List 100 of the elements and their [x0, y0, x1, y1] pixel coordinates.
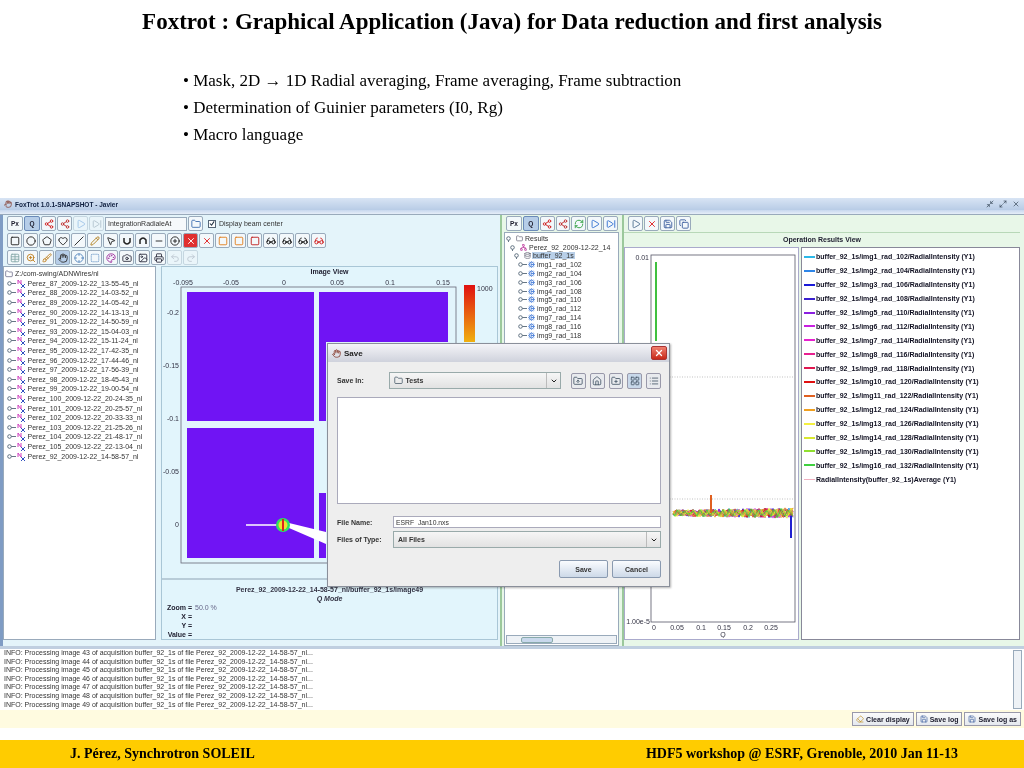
tree-toggle-icon[interactable]: [6, 327, 16, 335]
rectangle-icon: [9, 235, 20, 246]
tree-toggle-icon[interactable]: [6, 318, 16, 326]
close-button[interactable]: [183, 233, 198, 248]
tree-toggle-icon[interactable]: [6, 356, 16, 364]
up-folder-button[interactable]: [570, 372, 586, 389]
dataset-icon: [16, 422, 26, 432]
dataset-icon: [16, 278, 26, 288]
horizontal-scrollbar[interactable]: [506, 635, 617, 644]
tree-toggle-icon[interactable]: [6, 452, 16, 460]
tree-toggle-icon[interactable]: [518, 305, 527, 313]
glasses-icon: [297, 235, 308, 246]
dataset-icon: [16, 432, 26, 442]
tree-toggle-icon[interactable]: [518, 270, 527, 278]
dataset-icon: [16, 403, 26, 413]
play-button[interactable]: [628, 216, 643, 231]
checkbox[interactable]: [208, 219, 216, 228]
union-button[interactable]: [119, 233, 134, 248]
dataset-icon: [16, 326, 26, 336]
close-icon: [654, 348, 664, 358]
tree-toggle-icon[interactable]: [6, 308, 16, 316]
nodes-button[interactable]: [57, 216, 72, 231]
skip-icon: [605, 218, 616, 229]
hand-button[interactable]: [55, 250, 70, 265]
glasses-icon: [281, 235, 292, 246]
rectangle-button[interactable]: [7, 233, 22, 248]
square-dashed-icon: [89, 252, 100, 263]
tree-toggle-icon[interactable]: [6, 375, 16, 383]
square-icon: [249, 235, 260, 246]
tree-toggle-icon[interactable]: [6, 443, 16, 450]
list-view-button[interactable]: [646, 372, 661, 389]
tree-toggle-icon[interactable]: [6, 366, 16, 374]
tree-toggle-icon[interactable]: [6, 404, 16, 412]
maximize-icon[interactable]: [999, 200, 1007, 208]
tree-toggle-icon[interactable]: [518, 322, 527, 330]
dataset-icon: [16, 336, 26, 346]
nodes-button[interactable]: [555, 216, 571, 231]
tree-toggle-icon[interactable]: [518, 278, 527, 286]
camera-icon: [121, 252, 132, 263]
tree-toggle-icon[interactable]: [6, 289, 16, 297]
zoom-in-icon: [25, 252, 36, 263]
glasses-button[interactable]: [311, 233, 326, 248]
tree-toggle-icon[interactable]: [6, 423, 16, 431]
tree-toggle-icon[interactable]: [6, 433, 16, 441]
nodes-icon: [43, 218, 54, 229]
nodes-button[interactable]: [539, 216, 555, 231]
vertical-scrollbar[interactable]: [1013, 650, 1022, 709]
square-button[interactable]: [247, 233, 262, 248]
minimize-icon[interactable]: [986, 200, 994, 208]
dataset-icon: [16, 346, 26, 356]
save-button[interactable]: [660, 216, 675, 231]
folder-icon: [393, 376, 403, 385]
close-icon[interactable]: [1012, 200, 1020, 208]
glasses-icon: [313, 235, 324, 246]
tree-toggle-icon[interactable]: [6, 337, 16, 345]
tree-toggle-icon[interactable]: [518, 314, 527, 322]
tree-toggle-icon[interactable]: [6, 279, 16, 287]
image-button[interactable]: [135, 250, 150, 265]
tree-toggle-icon[interactable]: [6, 385, 16, 393]
footer-author: J. Pérez, Synchrotron SOLEIL: [70, 746, 255, 762]
circle-button[interactable]: [23, 233, 38, 248]
grid-icon: [629, 375, 640, 386]
heart-button[interactable]: [55, 233, 70, 248]
palette-button[interactable]: [103, 250, 118, 265]
tree-toggle-icon[interactable]: [518, 287, 527, 295]
tree-toggle-icon[interactable]: [6, 299, 16, 307]
polygon-button[interactable]: [39, 233, 54, 248]
nodes-button[interactable]: [41, 216, 56, 231]
dataset-icon: [16, 451, 26, 461]
dataset-icon: [16, 374, 26, 384]
camera-button[interactable]: [119, 250, 134, 265]
tree-toggle-icon[interactable]: [518, 331, 527, 339]
glasses-button[interactable]: [263, 233, 278, 248]
glasses-button[interactable]: [295, 233, 310, 248]
dataset-icon: [16, 298, 26, 308]
plus-circle-button[interactable]: [167, 233, 182, 248]
zoom-in-button[interactable]: [23, 250, 38, 265]
dialog-title: Save: [344, 348, 363, 358]
close-button[interactable]: [644, 216, 659, 231]
printer-button[interactable]: [151, 250, 166, 265]
close-button[interactable]: [651, 346, 667, 360]
close-button[interactable]: [199, 233, 214, 248]
home-button[interactable]: [589, 372, 605, 389]
tree-toggle-icon[interactable]: [6, 347, 16, 355]
polygon-icon: [41, 235, 52, 246]
new-folder-button[interactable]: [608, 372, 624, 389]
play-button[interactable]: [587, 216, 603, 231]
intersection-button[interactable]: [135, 233, 150, 248]
line-button[interactable]: [71, 233, 86, 248]
refresh-button[interactable]: [571, 216, 587, 231]
pointer-button[interactable]: [103, 233, 118, 248]
tree-toggle-icon[interactable]: [6, 395, 16, 402]
glasses-button[interactable]: [279, 233, 294, 248]
tree-toggle-icon[interactable]: [518, 261, 527, 269]
folder-button[interactable]: [188, 216, 203, 231]
grid-view-button[interactable]: [627, 372, 643, 389]
skip-button[interactable]: [603, 216, 618, 231]
tree-toggle-icon[interactable]: [6, 414, 16, 422]
tree-toggle-icon[interactable]: [518, 296, 527, 304]
copy-button[interactable]: [676, 216, 691, 231]
